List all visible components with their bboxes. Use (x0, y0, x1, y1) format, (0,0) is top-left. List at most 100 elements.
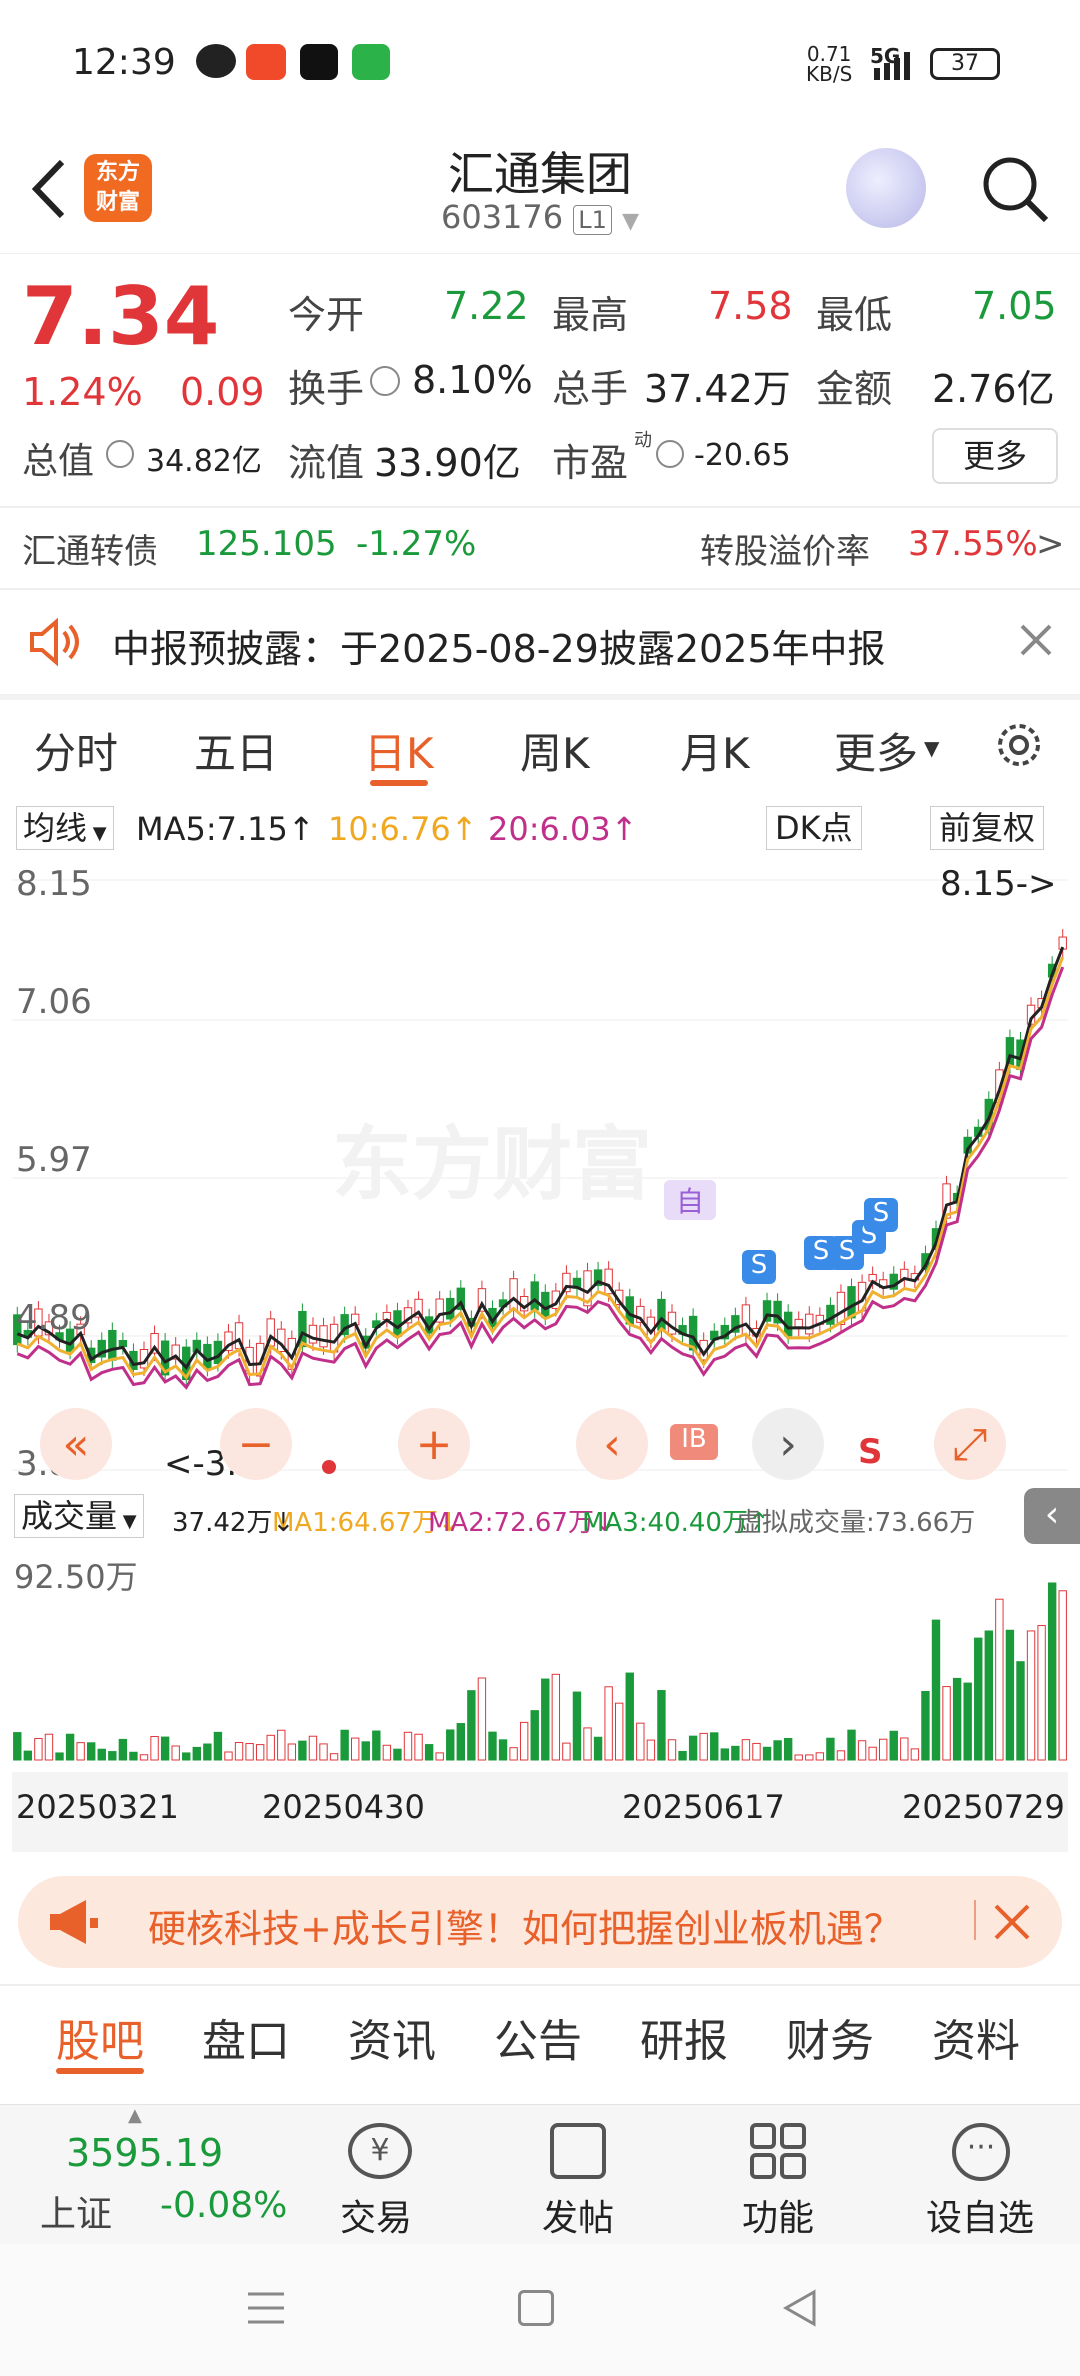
volume-bar (403, 1731, 413, 1761)
menu-icon[interactable] (246, 2290, 286, 2326)
tab-announcements[interactable]: 公告 (494, 2005, 582, 2069)
sell-marker[interactable]: S (864, 1198, 898, 1232)
tab-five-day[interactable]: 五日 (194, 720, 278, 781)
level-badge: L1 (573, 205, 612, 235)
back-triangle-icon[interactable] (780, 2288, 820, 2328)
zoom-in-icon[interactable]: + (398, 1408, 470, 1480)
convertible-bond-row[interactable]: 汇通转债 125.105 -1.27% 转股溢价率 37.55% > (0, 510, 1080, 586)
info-icon[interactable] (106, 440, 134, 468)
volume-bar (150, 1736, 159, 1761)
volume-bar (234, 1742, 244, 1761)
adjust-button[interactable]: 前复权 (930, 806, 1045, 850)
notice-bar[interactable]: 中报预披露：于2025-08-29披露2025年中报 (0, 590, 1080, 694)
more-button[interactable]: 更多 (932, 428, 1058, 484)
dk-point-button[interactable]: DK点 (766, 806, 862, 850)
tab-daily-k[interactable]: 日K (364, 720, 434, 781)
volume-bar (351, 1737, 360, 1761)
volume-bar (1026, 1630, 1036, 1761)
collapse-panel-button[interactable]: ‹ (1024, 1488, 1080, 1544)
volume-text: 37.42万 (172, 1508, 273, 1538)
volume-chart[interactable]: 92.50万 (12, 1550, 1068, 1770)
info-icon[interactable] (370, 366, 400, 396)
close-icon[interactable] (990, 1900, 1034, 1944)
volume-bar (224, 1751, 233, 1761)
chevron-left-icon[interactable]: ‹ (576, 1408, 648, 1480)
tab-intraday[interactable]: 分时 (34, 720, 118, 781)
vol-ma1-text: MA1:64.67万 (272, 1508, 438, 1538)
candle (308, 1324, 318, 1344)
volume-bar (952, 1677, 962, 1761)
function-button[interactable]: 功能 (720, 2105, 840, 2245)
candle (847, 1286, 856, 1319)
index-name: 上证 (40, 2194, 113, 2235)
divider (974, 1900, 976, 1940)
home-icon[interactable] (518, 2290, 554, 2326)
open-label: 今开 (288, 293, 365, 337)
volume-bar (879, 1738, 888, 1761)
battery-icon: 37 (930, 48, 1000, 80)
index-ticker[interactable]: ▲ 3595.19 上证 -0.08% (0, 2105, 290, 2245)
volume-bar (615, 1702, 624, 1761)
volume-bar (646, 1739, 656, 1761)
zoom-out-icon[interactable]: − (220, 1408, 292, 1480)
volume-bar (456, 1723, 465, 1761)
tab-forum[interactable]: 股吧 (56, 2005, 144, 2069)
ma-selector[interactable]: 均线 ▼ (16, 806, 114, 850)
open-value: 7.22 (444, 284, 529, 328)
messages-icon (352, 44, 390, 80)
promo-banner[interactable]: 硬核科技+成长引擎！如何把握创业板机遇？ (18, 1876, 1062, 1968)
y-tick-label: 4.89 (16, 1298, 92, 1338)
candle (741, 1304, 751, 1336)
candle (657, 1298, 666, 1331)
tab-monthly-k[interactable]: 月K (680, 720, 750, 781)
volume-bar (182, 1752, 191, 1761)
notice-text: 中报预披露：于2025-08-29披露2025年中报 (112, 627, 886, 671)
volume-bar (446, 1729, 455, 1761)
robot-assistant-icon[interactable] (846, 148, 926, 228)
fullscreen-icon[interactable]: ⤢ (934, 1408, 1006, 1480)
volume-indicator-bar: 成交量 ▼ 37.42万↓ MA1:64.67万↓ MA2:72.67万↓ MA… (0, 1486, 1080, 1546)
tab-financials[interactable]: 财务 (786, 2005, 874, 2069)
search-icon[interactable] (978, 152, 1052, 226)
sell-marker[interactable]: S (742, 1250, 776, 1284)
low-label: 最低 (816, 293, 893, 337)
tab-orderbook[interactable]: 盘口 (202, 2005, 290, 2069)
tab-weekly-k[interactable]: 周K (520, 720, 590, 781)
tab-news[interactable]: 资讯 (348, 2005, 436, 2069)
bs-marker[interactable]: IB (670, 1424, 718, 1460)
y-tick-label: 8.15 (16, 864, 92, 904)
trade-button[interactable]: ¥ 交易 (320, 2105, 440, 2245)
rewind-icon[interactable]: « (40, 1408, 112, 1480)
tab-research[interactable]: 研报 (640, 2005, 728, 2069)
volume-bar (192, 1746, 201, 1761)
speaker-icon (26, 614, 82, 670)
tab-more[interactable]: 更多 (834, 720, 918, 781)
stock-code-value: 603176 (440, 198, 564, 236)
volume-bar (1037, 1625, 1046, 1761)
tab-profile[interactable]: 资料 (932, 2005, 1020, 2069)
volume-bar (910, 1748, 920, 1761)
add-watchlist-button[interactable]: ··· 设自选 (912, 2105, 1052, 2245)
info-icon[interactable] (656, 440, 684, 468)
volume-bar (118, 1738, 128, 1761)
pe-value: -20.65 (694, 438, 791, 473)
volume-bar (805, 1754, 814, 1761)
volume-label: 总手 (552, 367, 629, 411)
volume-bar (329, 1753, 339, 1761)
gear-icon[interactable] (990, 716, 1048, 774)
volume-bar (298, 1740, 307, 1761)
banner-text: 硬核科技+成长引擎！如何把握创业板机遇？ (148, 1907, 902, 1951)
close-icon[interactable] (1016, 620, 1056, 660)
candlestick-chart[interactable]: 8.15 7.06 5.97 4.89 3.80 8.15-> <-3.80 东… (12, 860, 1068, 1485)
chevron-right-icon[interactable]: › (752, 1408, 824, 1480)
volume-bar (488, 1731, 497, 1761)
volume-bar (1016, 1661, 1025, 1761)
self-marker[interactable]: 自 (664, 1180, 716, 1220)
post-button[interactable]: 发帖 (520, 2105, 640, 2245)
more-dots-icon: ··· (952, 2123, 1010, 2181)
bond-price: 125.105 (196, 524, 337, 564)
mktcap-label: 总值 (22, 441, 95, 482)
volume-selector[interactable]: 成交量 ▼ (14, 1494, 144, 1538)
volume-bar (699, 1732, 708, 1761)
net-speed-unit: KB/S (806, 62, 853, 86)
